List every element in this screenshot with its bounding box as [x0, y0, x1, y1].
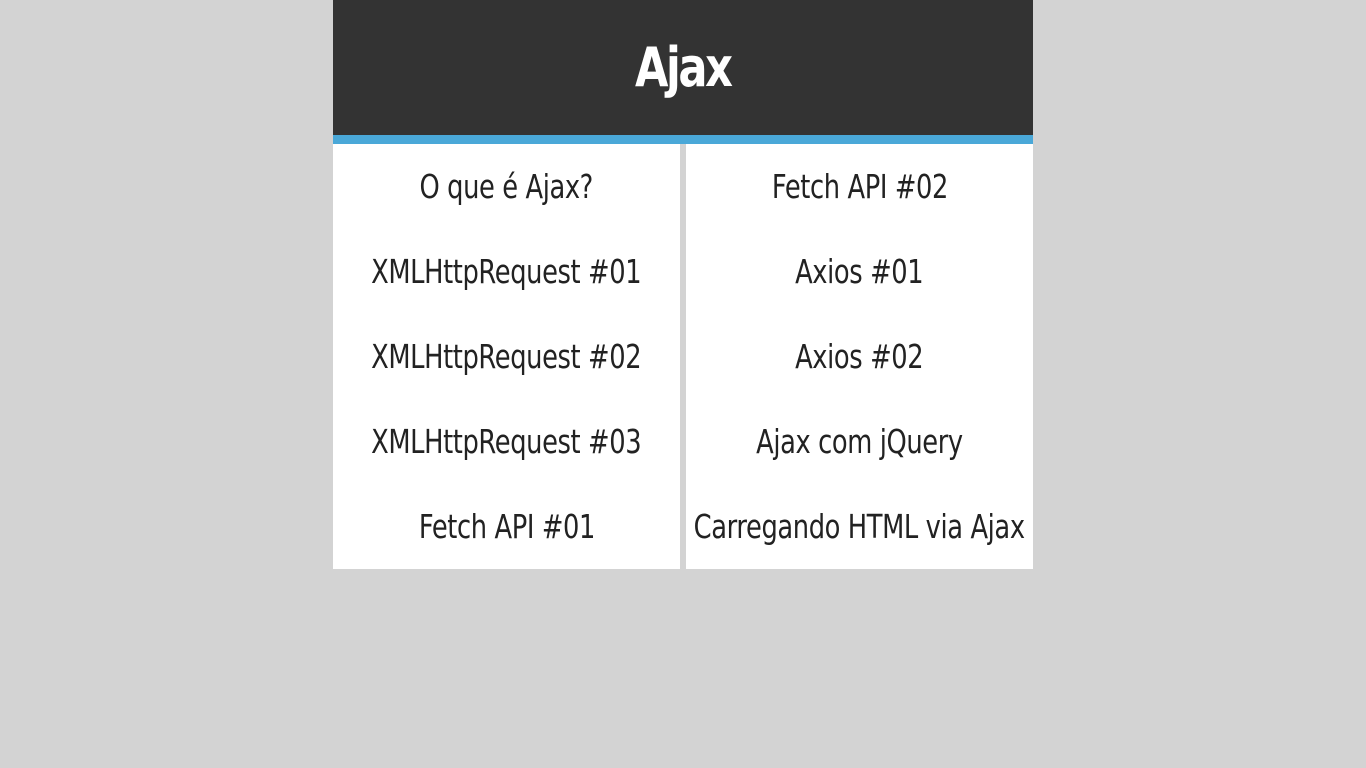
menu-column-left: O que é Ajax? XMLHttpRequest #01 XMLHttp… [333, 144, 680, 569]
menu-link-label: Axios #01 [795, 252, 924, 291]
menu-link-fetch-api-02[interactable]: Fetch API #02 [686, 144, 1033, 229]
menu-link-label: Fetch API #01 [418, 507, 595, 546]
menu-link-label: XMLHttpRequest #02 [371, 337, 642, 376]
menu-link-axios-02[interactable]: Axios #02 [686, 314, 1033, 399]
menu-link-label: Fetch API #02 [771, 167, 948, 206]
menu-link-carregando-html-via-ajax[interactable]: Carregando HTML via Ajax [686, 484, 1033, 569]
menu-link-xmlhttprequest-01[interactable]: XMLHttpRequest #01 [333, 229, 680, 314]
menu-link-label: Axios #02 [795, 337, 924, 376]
menu-link-ajax-com-jquery[interactable]: Ajax com jQuery [686, 399, 1033, 484]
menu-column-right: Fetch API #02 Axios #01 Axios #02 Ajax c… [686, 144, 1033, 569]
menu-link-axios-01[interactable]: Axios #01 [686, 229, 1033, 314]
menu-link-fetch-api-01[interactable]: Fetch API #01 [333, 484, 680, 569]
menu-link-label: XMLHttpRequest #03 [371, 422, 642, 461]
page-title: Ajax [635, 35, 733, 99]
page-container: Ajax O que é Ajax? XMLHttpRequest #01 XM… [333, 0, 1033, 569]
menu-link-o-que-e-ajax[interactable]: O que é Ajax? [333, 144, 680, 229]
menu-link-label: XMLHttpRequest #01 [371, 252, 642, 291]
page-header: Ajax [333, 0, 1033, 144]
menu-link-label: Ajax com jQuery [756, 422, 963, 461]
menu-link-xmlhttprequest-03[interactable]: XMLHttpRequest #03 [333, 399, 680, 484]
menu-link-label: Carregando HTML via Ajax [694, 507, 1025, 546]
menu-link-label: O que é Ajax? [419, 167, 594, 206]
menu-link-xmlhttprequest-02[interactable]: XMLHttpRequest #02 [333, 314, 680, 399]
menu-grid: O que é Ajax? XMLHttpRequest #01 XMLHttp… [333, 144, 1033, 569]
